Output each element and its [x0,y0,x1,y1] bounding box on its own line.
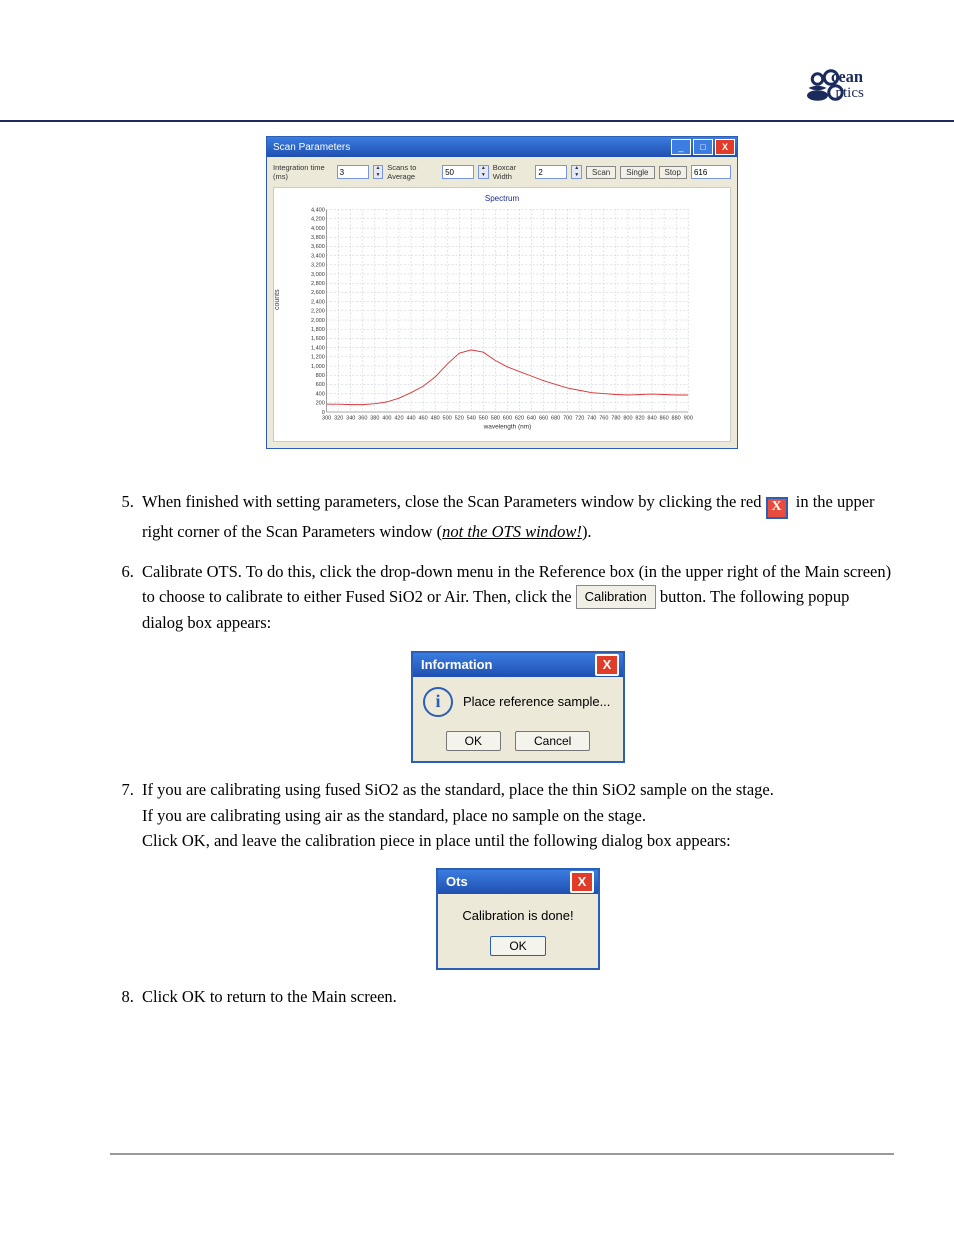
footer-divider [110,1153,894,1155]
svg-text:640: 640 [527,415,536,421]
svg-text:820: 820 [635,415,644,421]
svg-text:580: 580 [491,415,500,421]
svg-text:660: 660 [539,415,548,421]
svg-text:2,800: 2,800 [311,281,325,287]
close-icon[interactable]: X [570,871,594,893]
svg-text:720: 720 [575,415,584,421]
dialog-titlebar[interactable]: Information X [413,653,623,677]
integration-spinner-icon[interactable]: ▲▼ [373,165,384,179]
plot-title: Spectrum [280,194,724,203]
svg-text:800: 800 [316,373,325,379]
svg-text:700: 700 [563,415,572,421]
svg-text:800: 800 [623,415,632,421]
svg-text:2,200: 2,200 [311,309,325,315]
close-icon[interactable]: X [595,654,619,676]
svg-text:4,200: 4,200 [311,217,325,223]
svg-text:320: 320 [334,415,343,421]
scans-to-average-input[interactable] [442,165,474,179]
svg-text:520: 520 [455,415,464,421]
integration-time-label: Integration time (ms) [273,163,333,181]
single-button[interactable]: Single [620,166,654,179]
step-5: When finished with setting parameters, c… [138,489,894,545]
dialog-message: Calibration is done! [446,906,590,926]
svg-text:500: 500 [443,415,452,421]
step-7: If you are calibrating using fused SiO2 … [138,777,894,970]
dialog-title: Ots [442,872,570,892]
window-titlebar[interactable]: Scan Parameters _ □ X [267,137,737,157]
svg-text:380: 380 [370,415,379,421]
svg-text:400: 400 [382,415,391,421]
svg-text:1,800: 1,800 [311,327,325,333]
svg-text:480: 480 [431,415,440,421]
svg-text:2,400: 2,400 [311,299,325,305]
svg-text:3,800: 3,800 [311,235,325,241]
close-icon: X [766,497,788,519]
svg-text:4,000: 4,000 [311,226,325,232]
step-6: Calibrate OTS. To do this, click the dro… [138,559,894,764]
instruction-list: When finished with setting parameters, c… [110,489,894,1010]
scans-to-average-label: Scans to Average [387,163,438,181]
step-8: Click OK to return to the Main screen. [138,984,894,1010]
integration-time-input[interactable] [337,165,369,179]
svg-text:440: 440 [406,415,415,421]
dialog-titlebar[interactable]: Ots X [438,870,598,894]
svg-text:760: 760 [599,415,608,421]
svg-text:1,600: 1,600 [311,336,325,342]
svg-text:860: 860 [659,415,668,421]
svg-text:wavelength (nm): wavelength (nm) [483,424,532,431]
svg-text:460: 460 [418,415,427,421]
svg-text:1,400: 1,400 [311,345,325,351]
svg-text:2,000: 2,000 [311,318,325,324]
close-icon[interactable]: X [715,139,735,155]
boxcar-spinner-icon[interactable]: ▲▼ [571,165,582,179]
svg-text:1,200: 1,200 [311,355,325,361]
svg-text:3,400: 3,400 [311,253,325,259]
information-dialog: Information X i Place reference sample..… [411,651,625,763]
y-axis-label: counts [274,289,281,310]
svg-text:540: 540 [467,415,476,421]
stop-button[interactable]: Stop [659,166,687,179]
boxcar-width-input[interactable] [535,165,567,179]
window-title: Scan Parameters [269,142,669,153]
dialog-title: Information [417,655,595,675]
counter-field [691,165,731,179]
boxcar-width-label: Boxcar Width [493,163,532,181]
svg-text:840: 840 [647,415,656,421]
dialog-message: Place reference sample... [463,692,610,712]
svg-text:400: 400 [316,391,325,397]
minimize-icon[interactable]: _ [671,139,691,155]
ocean-optics-logo: cean ptics [804,60,894,110]
svg-text:1,000: 1,000 [311,364,325,370]
scans-avg-spinner-icon[interactable]: ▲▼ [478,165,489,179]
svg-text:680: 680 [551,415,560,421]
calibration-button[interactable]: Calibration [576,585,656,609]
svg-text:780: 780 [611,415,620,421]
svg-text:620: 620 [515,415,524,421]
svg-text:880: 880 [672,415,681,421]
scan-parameters-window: Scan Parameters _ □ X Integration time (… [266,136,738,449]
svg-text:300: 300 [322,415,331,421]
cancel-button[interactable]: Cancel [515,731,590,751]
ots-dialog: Ots X Calibration is done! OK [436,868,600,970]
svg-text:600: 600 [503,415,512,421]
info-icon: i [423,687,453,717]
ok-button[interactable]: OK [446,731,501,751]
svg-text:560: 560 [479,415,488,421]
svg-text:900: 900 [684,415,693,421]
svg-text:340: 340 [346,415,355,421]
svg-text:4,400: 4,400 [311,207,325,213]
svg-text:600: 600 [316,382,325,388]
svg-text:3,000: 3,000 [311,272,325,278]
svg-text:360: 360 [358,415,367,421]
maximize-icon[interactable]: □ [693,139,713,155]
spectrum-chart: counts 02004006008001,0001,2001,4001,600… [280,205,710,435]
svg-text:200: 200 [316,401,325,407]
scan-button[interactable]: Scan [586,166,616,179]
svg-text:3,600: 3,600 [311,244,325,250]
svg-text:2,600: 2,600 [311,290,325,296]
svg-text:3,200: 3,200 [311,263,325,269]
svg-text:740: 740 [587,415,596,421]
svg-text:420: 420 [394,415,403,421]
ok-button[interactable]: OK [490,936,545,956]
